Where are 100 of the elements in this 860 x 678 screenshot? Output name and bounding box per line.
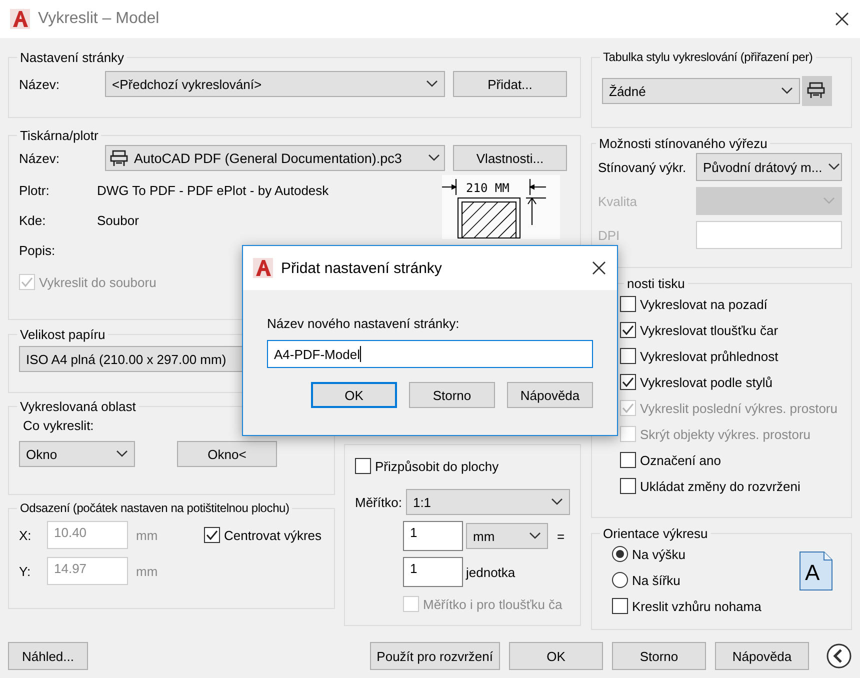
field-label: Název nového nastavení stránky: (267, 316, 460, 331)
chevron-icon (428, 154, 440, 162)
chevron-icon (781, 87, 793, 95)
page-icon (799, 551, 833, 591)
field-label: Y: (19, 564, 32, 578)
chevron-icon (529, 532, 541, 540)
dialog-title: Přidat nastavení stránky (281, 260, 443, 276)
chevron-icon (116, 450, 128, 458)
group-title: Tabulka stylu vykreslování (přiřazení per) (602, 50, 814, 64)
dropdown[interactable]: Okno (19, 441, 135, 467)
input-field: 14.97 (47, 557, 128, 585)
field-label: Měřítko: (355, 494, 402, 510)
chevron-icon (426, 80, 438, 88)
checkbox-label: Vykreslit do souboru (39, 274, 156, 290)
group-title: Velikost papíru (19, 327, 106, 342)
properties-button[interactable]: Vlastnosti... (453, 145, 567, 171)
dialog-button[interactable]: Storno (612, 642, 706, 670)
checkbox-label: Ukládat změny do rozvrženi (640, 478, 800, 494)
dialog-button[interactable]: OK (509, 642, 603, 670)
checkbox-label: Označení ano (640, 452, 721, 468)
checkbox[interactable] (355, 458, 371, 474)
input-field[interactable]: 1 (403, 557, 463, 587)
dimension-label: 210 MM (466, 181, 510, 195)
checkbox-label: Kreslit vzhůru nohama (632, 598, 762, 614)
dropdown[interactable]: Původní drátový m... (696, 153, 842, 181)
checkbox-label: Vykreslit poslední výkres. prostoru (640, 400, 838, 416)
app-logo-icon (253, 258, 273, 278)
close-button[interactable] (834, 11, 850, 27)
input-field[interactable]: 1 (403, 521, 463, 551)
app-logo-icon (10, 9, 30, 29)
dropdown[interactable]: Žádné (602, 78, 800, 104)
plotter-icon (110, 149, 128, 167)
collapse-icon (826, 643, 852, 669)
radio-button[interactable] (612, 572, 628, 588)
checkbox[interactable] (620, 478, 636, 494)
group-title: Tiskárna/plotr (19, 128, 100, 143)
radio-button[interactable] (612, 546, 628, 562)
window-title: Vykreslit – Model (38, 10, 160, 28)
window-button[interactable]: Okno< (177, 441, 277, 467)
field-label: Název: (19, 76, 60, 92)
dropdown[interactable]: AutoCAD PDF (General Documentation).pc3 (105, 145, 445, 171)
add-button[interactable]: Přidat... (453, 71, 567, 97)
checkbox[interactable] (204, 527, 220, 543)
field-label: Plotr: (19, 182, 50, 198)
unit-label: mm (136, 528, 159, 542)
dropdown[interactable]: 1:1 (406, 489, 570, 515)
checkbox-label: Vykreslovat tloušťku čar (640, 322, 778, 338)
field-label: Co vykreslit: (23, 418, 95, 433)
checkbox-label: Vykreslovat podle stylů (640, 374, 772, 390)
page-letter: A (805, 560, 820, 586)
checkbox-label: Vykreslovat průhlednost (640, 348, 778, 364)
group-title: nosti tisku (626, 276, 686, 291)
group-title: Možnosti stínovaného výřezu (598, 136, 768, 151)
plotter-icon (807, 81, 825, 99)
radio-label: Na šířku (632, 572, 680, 588)
close-button[interactable] (591, 260, 607, 276)
checkbox-label: Měřítko i pro tloušťku ča (423, 596, 562, 612)
checkbox[interactable] (620, 348, 636, 364)
group-title: Odsazení (počátek nastaven na potištitelnou plochu) (19, 501, 290, 515)
chevron-icon (823, 197, 835, 205)
radio-label: Na výšku (632, 546, 686, 562)
checkbox-label: Skrýt objekty výkres. prostoru (640, 426, 810, 442)
checkbox[interactable] (620, 296, 636, 312)
unit-label: jednotka (466, 564, 516, 580)
checkbox-label: Vykreslovat na pozadí (640, 296, 768, 312)
input-field[interactable]: A4-PDF-Model (267, 340, 593, 368)
dropdown[interactable]: <Předchozí vykreslování> (105, 71, 445, 97)
field-value: DWG To PDF - PDF ePlot - by Autodesk (97, 182, 329, 198)
preview-button[interactable]: Náhled... (8, 642, 88, 670)
field-label: Kde: (19, 212, 47, 228)
checkbox[interactable] (612, 598, 628, 614)
dropdown[interactable]: mm (466, 523, 548, 549)
collapse-button[interactable] (826, 643, 852, 669)
close-icon (591, 260, 607, 276)
field-label: DPI (598, 228, 621, 242)
dialog-button[interactable]: Nápověda (507, 382, 593, 408)
checkbox-label: Centrovat výkres (224, 528, 322, 542)
checkbox[interactable] (620, 374, 636, 390)
equals-sign: = (557, 528, 565, 544)
field-label: Kvalita (598, 194, 638, 208)
checkbox[interactable] (620, 452, 636, 468)
field-label: Název: (19, 150, 60, 166)
chevron-icon (828, 163, 840, 171)
chevron-icon (551, 498, 563, 506)
field-label: Stínovaný výkr. (598, 160, 688, 174)
field-value: Soubor (97, 212, 139, 228)
dialog-button[interactable]: Použít pro rozvržení (370, 642, 500, 670)
field-label: Popis: (19, 242, 56, 258)
field-label: X: (19, 528, 32, 542)
group-title: Nastavení stránky (19, 50, 126, 65)
group-title: Vykreslovaná oblast (19, 399, 137, 414)
checkbox-label: Přizpůsobit do plochy (375, 458, 499, 474)
group-title: Orientace výkresu (602, 526, 709, 541)
checkbox[interactable] (620, 322, 636, 338)
dialog-button[interactable]: Nápověda (715, 642, 809, 670)
unit-label: mm (136, 564, 159, 578)
close-icon (834, 11, 850, 27)
dialog-button[interactable]: Storno (409, 382, 495, 408)
dialog-button[interactable]: OK (311, 382, 397, 408)
edit-style-button[interactable] (802, 76, 832, 106)
